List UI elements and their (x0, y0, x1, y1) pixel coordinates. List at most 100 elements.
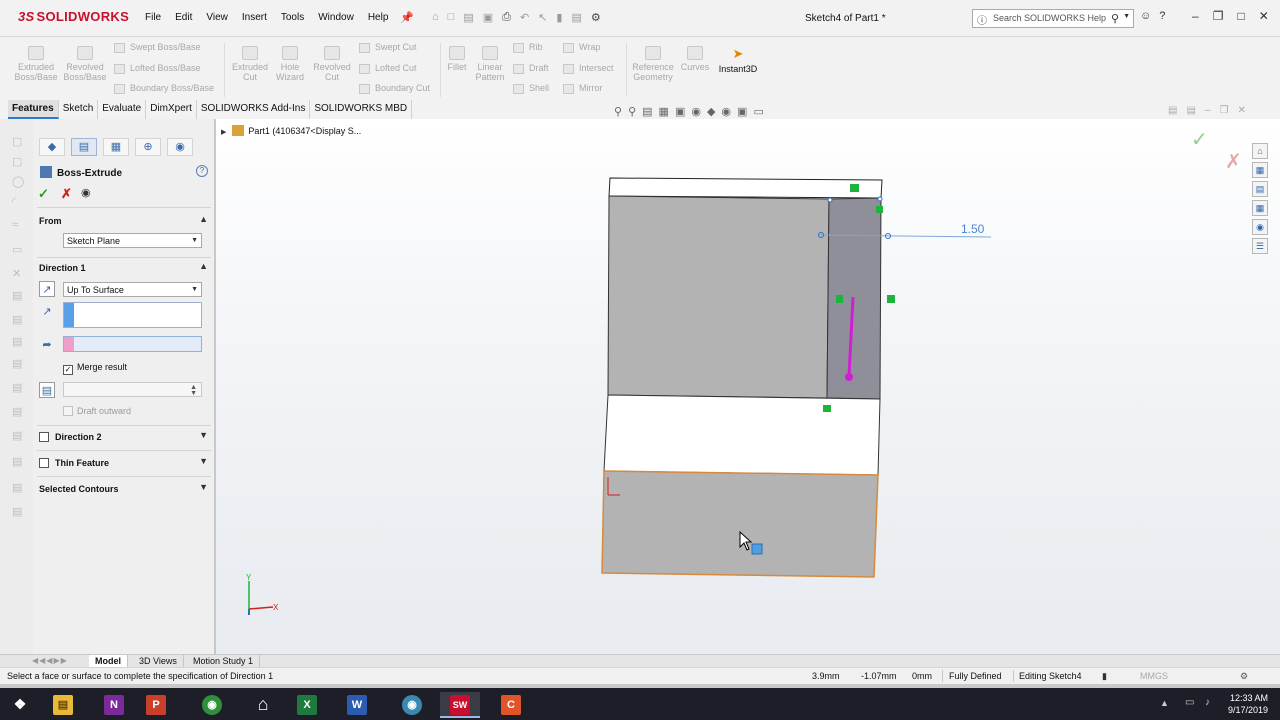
merge-result-checkbox[interactable]: ✓ Merge result (63, 362, 127, 375)
help-search-input[interactable]: ⓘ Search SOLIDWORKS Help ⚲ ▼ (972, 9, 1134, 28)
preview-eye-icon[interactable]: ◉ (81, 186, 91, 199)
instant2d-icon[interactable]: ▤ (12, 505, 24, 518)
tab-dimxpert[interactable]: DimXpert (146, 100, 197, 119)
feature-manager-tab-icon[interactable]: ◆ (39, 138, 65, 156)
display-style-icon[interactable]: ◉ (691, 105, 701, 118)
circle-tool-icon[interactable]: ◯ (12, 175, 24, 188)
pattern-tool-icon[interactable]: ▤ (12, 357, 24, 370)
help-icon[interactable]: ? (1159, 10, 1165, 22)
move-tool-icon[interactable]: ▤ (12, 381, 24, 394)
hide-show-icon[interactable]: ◆ (707, 105, 715, 118)
lofted-cut-button[interactable]: Lofted Cut (359, 63, 417, 74)
globe-app-icon[interactable]: ◉ (392, 692, 432, 718)
undo-icon[interactable]: ↶ (520, 11, 529, 24)
boundary-boss-base-button[interactable]: Boundary Boss/Base (114, 83, 214, 94)
reference-geometry-button[interactable]: Reference Geometry (629, 46, 677, 82)
tab-evaluate[interactable]: Evaluate (98, 100, 147, 119)
thin-feature-checkbox[interactable] (39, 458, 49, 468)
close-icon[interactable]: ✕ (1237, 105, 1245, 116)
draft-button[interactable]: Draft (513, 63, 549, 74)
reverse-direction-icon[interactable]: ↗ (39, 281, 55, 297)
menu-insert[interactable]: Insert (242, 12, 267, 23)
direction2-section-header[interactable]: Direction 2 ▼ (37, 428, 211, 446)
quick-snaps-icon[interactable]: ▤ (12, 455, 24, 468)
configuration-manager-tab-icon[interactable]: ▦ (103, 138, 129, 156)
restore-icon[interactable]: ❐ (1219, 105, 1228, 116)
wrap-button[interactable]: Wrap (563, 42, 600, 53)
convert-tool-icon[interactable]: ▤ (12, 289, 24, 302)
close-icon[interactable]: ✕ (1259, 9, 1269, 23)
section-view-icon[interactable]: ▦ (659, 105, 669, 118)
mirror-tool-icon[interactable]: ▤ (12, 335, 24, 348)
draft-outward-checkbox[interactable]: Draft outward (63, 406, 131, 416)
user-icon[interactable]: ☺ (1140, 10, 1151, 22)
relations-tool-icon[interactable]: ▤ (12, 405, 24, 418)
tab-mbd[interactable]: SOLIDWORKS MBD (310, 100, 413, 119)
menu-window[interactable]: Window (318, 12, 354, 23)
instant3d-button[interactable]: ➤ Instant3D (716, 46, 760, 74)
restore-icon[interactable]: ❐ (1213, 9, 1224, 23)
solidworks-app-icon[interactable]: SW (440, 692, 480, 718)
menu-view[interactable]: View (206, 12, 228, 23)
save-icon[interactable]: ▣ (483, 11, 493, 24)
search-icon[interactable]: ⚲ (1111, 12, 1119, 25)
windows-start-icon[interactable]: ❖ (0, 692, 40, 718)
previous-view-icon[interactable]: ▤ (642, 105, 652, 118)
end-condition-select[interactable]: Up To Surface ▼ (63, 282, 202, 297)
spline-tool-icon[interactable]: ≈ (12, 219, 24, 231)
curves-button[interactable]: Curves (680, 46, 710, 72)
show-hidden-icons[interactable]: ▲ (1160, 698, 1169, 708)
word-app-icon[interactable]: W (337, 692, 377, 718)
tab-features[interactable]: Features (8, 100, 59, 119)
menu-file[interactable]: File (145, 12, 161, 23)
extruded-cut-button[interactable]: Extruded Cut (228, 46, 272, 82)
chevron-up-icon[interactable]: ▲ (199, 214, 208, 224)
selected-contours-section-header[interactable]: Selected Contours ▼ (37, 480, 211, 498)
chevron-down-icon[interactable]: ▼ (199, 482, 208, 492)
rebuild-status-icon[interactable]: ▮ (1102, 671, 1107, 682)
tab-sketch[interactable]: Sketch (59, 100, 99, 119)
swept-boss-base-button[interactable]: Swept Boss/Base (114, 42, 201, 53)
display-manager-tab-icon[interactable]: ◉ (167, 138, 193, 156)
dimxpert-manager-tab-icon[interactable]: ⊕ (135, 138, 161, 156)
trim-tool-icon[interactable]: ✕ (12, 267, 24, 280)
options-gear-icon[interactable]: ⚙ (591, 11, 601, 24)
rectangle-tool-icon[interactable]: ▢ (12, 155, 24, 168)
help-icon[interactable]: ? (196, 165, 208, 177)
spin-down-icon[interactable]: ▼ (190, 390, 197, 397)
excel-app-icon[interactable]: X (287, 692, 327, 718)
rebuild-icon[interactable]: ▮ (556, 11, 562, 24)
new-icon[interactable]: □ (448, 11, 455, 24)
shell-button[interactable]: Shell (513, 83, 549, 94)
intersect-button[interactable]: Intersect (563, 63, 614, 74)
file-explorer-app-icon[interactable]: ▤ (43, 692, 83, 718)
chevron-down-icon[interactable]: ▼ (199, 456, 208, 466)
linear-pattern-button[interactable]: Linear Pattern (472, 46, 508, 82)
menu-help[interactable]: Help (368, 12, 389, 23)
unit-system[interactable]: MMGS (1140, 671, 1168, 681)
home-app-icon[interactable]: ⌂ (243, 692, 283, 718)
rib-button[interactable]: Rib (513, 42, 543, 53)
zoom-to-fit-icon[interactable]: ⚲ (614, 105, 622, 118)
extruded-boss-base-button[interactable]: Extruded Boss/Base (14, 46, 58, 82)
cascade-icon[interactable]: ▤ (1186, 105, 1195, 116)
graphics-area[interactable]: ▶ Part1 (4106347<Display S... ✓ ✗ ⌂ ▦ ▤ ▦… (216, 119, 1280, 654)
lofted-boss-base-button[interactable]: Lofted Boss/Base (114, 63, 201, 74)
tab-scroll-arrows[interactable]: ◀◀◀▶▶ (32, 656, 68, 665)
from-section-header[interactable]: From ▲ (37, 212, 211, 230)
select-icon[interactable]: ↖ (538, 11, 547, 24)
tab-addins[interactable]: SOLIDWORKS Add-Ins (197, 100, 311, 119)
powerpoint-app-icon[interactable]: P (136, 692, 176, 718)
revolved-cut-button[interactable]: Revolved Cut (310, 46, 354, 82)
direction1-section-header[interactable]: Direction 1 ▲ (37, 259, 211, 277)
model-canvas[interactable]: Y X (216, 119, 1280, 654)
offset-tool-icon[interactable]: ▤ (12, 313, 24, 326)
open-icon[interactable]: ▤ (463, 11, 473, 24)
view-orientation-icon[interactable]: ▣ (675, 105, 685, 118)
mirror-button[interactable]: Mirror (563, 83, 603, 94)
dimension-value[interactable]: 1.50 (961, 222, 984, 236)
direction2-checkbox[interactable] (39, 432, 49, 442)
face-surface-field[interactable] (63, 336, 202, 352)
hole-wizard-button[interactable]: Hole Wizard (272, 46, 308, 82)
tile-icon[interactable]: ▤ (1168, 105, 1177, 116)
